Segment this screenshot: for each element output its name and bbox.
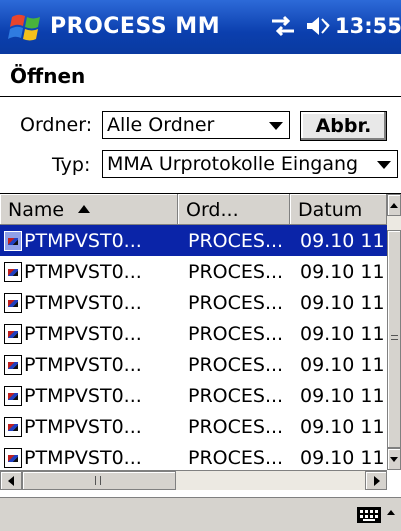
table-row[interactable]: PTMPVST0... PROCES... 09.10 11 [0, 318, 387, 349]
table-row[interactable]: PTMPVST0... PROCES... 09.10 11 [0, 256, 387, 287]
file-name: PTMPVST0... [24, 261, 142, 283]
file-name: PTMPVST0... [24, 323, 142, 345]
file-name: PTMPVST0... [24, 292, 142, 314]
file-icon [4, 386, 22, 406]
table-row[interactable]: PTMPVST0... PROCES... 09.10 11 [0, 225, 387, 256]
arrow-right-icon [374, 476, 380, 486]
file-folder: PROCES... [188, 385, 284, 407]
input-panel-arrow-icon[interactable] [387, 510, 395, 515]
type-select-value: MMA Urprotokolle Eingang [107, 153, 359, 175]
folder-label: Ordner: [20, 114, 93, 136]
scroll-thumb[interactable] [387, 230, 401, 448]
horizontal-scrollbar[interactable] [0, 470, 387, 490]
table-row[interactable]: PTMPVST0... PROCES... 09.10 11 [0, 380, 387, 411]
grip-icon [391, 335, 398, 340]
column-header-date[interactable]: Datum [290, 194, 387, 225]
file-name: PTMPVST0... [24, 416, 142, 438]
file-name: PTMPVST0... [24, 385, 142, 407]
column-header-folder[interactable]: Ord... [178, 194, 290, 225]
scroll-up-button[interactable] [387, 194, 401, 216]
volume-icon[interactable] [303, 14, 331, 38]
dialog-title: Öffnen [10, 64, 86, 88]
file-folder: PROCES... [188, 292, 284, 314]
file-icon [4, 355, 22, 375]
table-row[interactable]: PTMPVST0... PROCES... 09.10 11 [0, 442, 387, 470]
arrow-down-icon [390, 457, 398, 462]
scroll-down-button[interactable] [387, 448, 401, 470]
file-rows: PTMPVST0... PROCES... 09.10 11 PTMPVST0... P… [0, 225, 387, 470]
file-icon [4, 262, 22, 282]
file-date: 09.10 11 [300, 323, 385, 345]
file-icon [4, 231, 22, 251]
arrow-up-icon [390, 203, 398, 208]
chevron-down-icon [269, 122, 283, 130]
keyboard-icon[interactable] [357, 507, 381, 523]
folder-select-value: Alle Ordner [107, 114, 215, 136]
app-title: PROCESS MM [50, 14, 221, 39]
column-header-name[interactable]: Name [0, 194, 178, 225]
title-bar: PROCESS MM 13:55 [0, 0, 401, 54]
column-date-label: Datum [298, 199, 363, 221]
file-icon [4, 417, 22, 437]
file-date: 09.10 11 [300, 416, 385, 438]
chevron-down-icon [377, 161, 391, 169]
file-date: 09.10 11 [300, 385, 385, 407]
column-name-label: Name [8, 199, 65, 221]
file-folder: PROCES... [188, 323, 284, 345]
file-name: PTMPVST0... [24, 447, 142, 469]
file-folder: PROCES... [188, 416, 284, 438]
file-date: 09.10 11 [300, 354, 385, 376]
file-folder: PROCES... [188, 230, 284, 252]
type-label: Typ: [52, 154, 91, 176]
file-folder: PROCES... [188, 261, 284, 283]
file-name: PTMPVST0... [24, 354, 142, 376]
grip-icon [95, 476, 101, 485]
clock[interactable]: 13:55 [335, 14, 401, 38]
arrow-left-icon [8, 476, 14, 486]
file-folder: PROCES... [188, 447, 284, 469]
table-row[interactable]: PTMPVST0... PROCES... 09.10 11 [0, 411, 387, 442]
file-icon [4, 448, 22, 468]
folder-select[interactable]: Alle Ordner [102, 111, 290, 139]
scroll-left-button[interactable] [0, 471, 22, 490]
connectivity-icon[interactable] [270, 14, 296, 38]
table-row[interactable]: PTMPVST0... PROCES... 09.10 11 [0, 287, 387, 318]
menu-bar [0, 497, 401, 531]
file-name: PTMPVST0... [24, 230, 142, 252]
column-folder-label: Ord... [186, 199, 239, 221]
file-date: 09.10 11 [300, 447, 385, 469]
cancel-button[interactable]: Abbr. [300, 111, 387, 141]
file-date: 09.10 11 [300, 230, 385, 252]
horizontal-scroll-thumb[interactable] [22, 471, 176, 490]
file-date: 09.10 11 [300, 292, 385, 314]
file-date: 09.10 11 [300, 261, 385, 283]
vertical-scrollbar[interactable] [387, 194, 401, 470]
divider [0, 96, 401, 97]
type-select[interactable]: MMA Urprotokolle Eingang [102, 150, 398, 178]
file-icon [4, 324, 22, 344]
file-list[interactable]: Name Ord... Datum PTMPVST0... PROCES... 09… [0, 193, 401, 492]
windows-logo-icon[interactable] [8, 9, 46, 45]
file-folder: PROCES... [188, 354, 284, 376]
scroll-right-button[interactable] [365, 471, 387, 490]
table-row[interactable]: PTMPVST0... PROCES... 09.10 11 [0, 349, 387, 380]
file-icon [4, 293, 22, 313]
sort-up-icon [78, 205, 91, 213]
